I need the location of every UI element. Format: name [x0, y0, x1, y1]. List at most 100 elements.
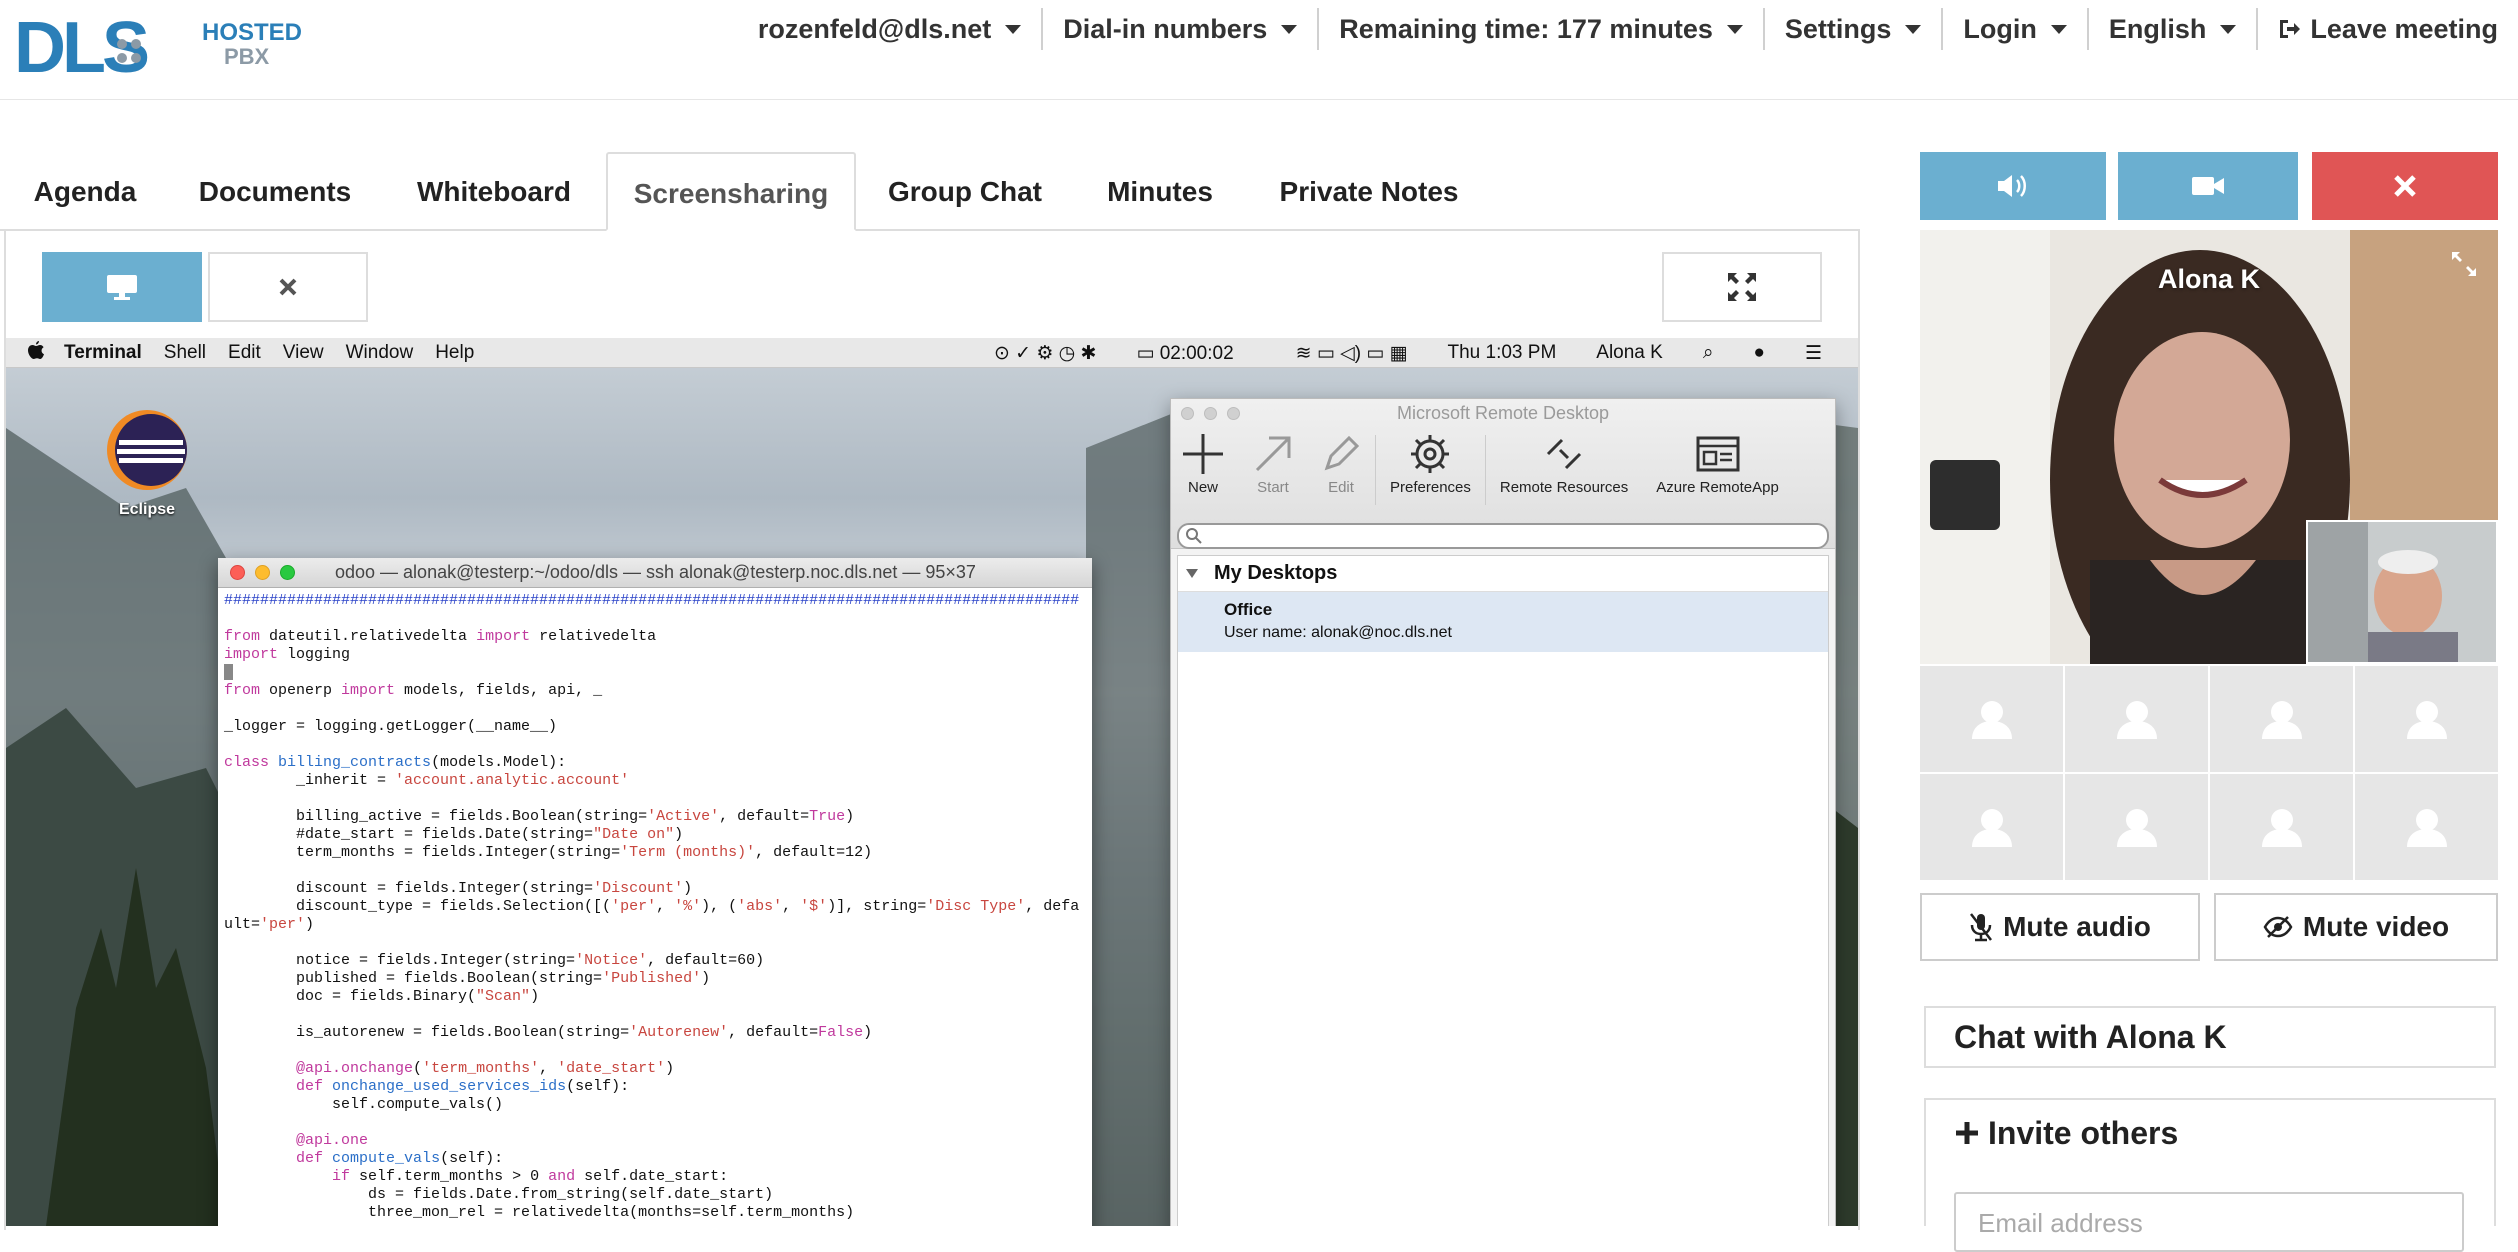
empty-participant-slot [1920, 666, 2063, 772]
siri-icon[interactable]: ● [1753, 342, 1764, 364]
tab-whiteboard[interactable]: Whiteboard [392, 152, 596, 231]
close-window-button[interactable] [230, 565, 245, 580]
settings-menu[interactable]: Settings [1762, 8, 1942, 50]
mac-menubar: Terminal Shell Edit View Window Help ⊙ ✓… [6, 338, 1858, 368]
tab-screensharing[interactable]: Screensharing [606, 152, 856, 231]
minimize-window-button[interactable] [255, 565, 270, 580]
menu-help[interactable]: Help [435, 342, 474, 364]
end-call-button[interactable] [2312, 152, 2498, 220]
plus-icon [1956, 1122, 1978, 1144]
rdp-edit-button[interactable]: Edit [1307, 429, 1375, 496]
terminal-line: ########################################… [224, 592, 1080, 609]
user-menu[interactable]: rozenfeld@dls.net [738, 8, 1041, 50]
chevron-down-icon [1905, 24, 1922, 34]
desktop-name: Office [1224, 600, 1273, 619]
speaker-button[interactable] [1920, 152, 2106, 220]
dialin-menu[interactable]: Dial-in numbers [1041, 8, 1317, 50]
azure-remoteapp-icon [1696, 436, 1740, 472]
rdp-preferences-button[interactable]: Preferences [1376, 429, 1485, 496]
svg-text:PBX: PBX [224, 44, 270, 69]
terminal-line: self.compute_vals() [224, 1096, 504, 1113]
desktop-entry-office[interactable]: Office User name: alonak@noc.dls.net [1178, 592, 1828, 652]
login-menu[interactable]: Login [1941, 8, 2086, 50]
terminal-line: def onchange_used_services_ids(self): [296, 1078, 630, 1095]
remaining-time-menu[interactable]: Remaining time: 177 minutes [1317, 8, 1763, 50]
terminal-line: import logging [224, 646, 351, 663]
rdp-remote-resources-button[interactable]: Remote Resources [1486, 429, 1642, 496]
text-cursor [224, 664, 233, 681]
terminal-line: _inherit = 'account.analytic.account' [224, 772, 630, 789]
expand-video-icon[interactable] [2450, 250, 2478, 278]
spotlight-icon[interactable]: ⌕ [1703, 342, 1714, 364]
mute-audio-button[interactable]: Mute audio [1920, 893, 2200, 961]
chevron-down-icon [2220, 24, 2237, 34]
share-screen-button[interactable] [42, 252, 202, 322]
terminal-title: odoo — alonak@testerp:~/odoo/dls — ssh a… [335, 562, 976, 582]
main-video[interactable]: Alona K [1920, 230, 2498, 664]
self-view-video[interactable] [2306, 520, 2498, 664]
svg-text:HOSTED: HOSTED [202, 19, 302, 46]
tab-documents[interactable]: Documents [172, 152, 378, 231]
notification-center-icon[interactable]: ☰ [1805, 342, 1822, 365]
zoom-window-button[interactable] [280, 565, 295, 580]
rdp-azure-button[interactable]: Azure RemoteApp [1642, 429, 1793, 496]
camera-button[interactable] [2118, 152, 2298, 220]
menu-terminal[interactable]: Terminal [64, 342, 142, 364]
tab-group-chat[interactable]: Group Chat [870, 152, 1060, 231]
fullscreen-button[interactable] [1662, 252, 1822, 322]
user-icon [2116, 701, 2157, 739]
tab-private-notes[interactable]: Private Notes [1268, 152, 1470, 231]
rdp-search-input[interactable] [1177, 523, 1829, 549]
tab-agenda[interactable]: Agenda [12, 152, 158, 231]
menubar-user[interactable]: Alona K [1596, 342, 1663, 364]
tab-minutes[interactable]: Minutes [1090, 152, 1230, 231]
terminal-line: _logger = logging.getLogger(__name__) [224, 718, 558, 735]
rdp-start-button[interactable]: Start [1239, 429, 1307, 496]
menu-window[interactable]: Window [346, 342, 414, 364]
email-input[interactable]: Email address [1954, 1192, 2464, 1252]
shared-screen: Terminal Shell Edit View Window Help ⊙ ✓… [6, 338, 1858, 1226]
user-icon [1971, 701, 2012, 739]
apple-icon[interactable] [28, 340, 44, 365]
terminal-line: class billing_contracts(models.Model): [224, 754, 567, 771]
system-icons[interactable]: ≋ ▭ ◁) ▭ ▦ [1296, 342, 1408, 365]
invite-title: Invite others [1988, 1114, 2179, 1151]
group-my-desktops[interactable]: My Desktops [1178, 556, 1828, 592]
language-menu[interactable]: English [2086, 8, 2257, 50]
terminal-titlebar[interactable]: odoo — alonak@testerp:~/odoo/dls — ssh a… [218, 558, 1092, 588]
eclipse-desktop-icon[interactable]: Eclipse [102, 408, 192, 519]
menu-edit[interactable]: Edit [228, 342, 261, 364]
terminal-content[interactable]: ########################################… [218, 588, 1092, 1226]
menu-shell[interactable]: Shell [164, 342, 206, 364]
sign-out-icon [2280, 20, 2301, 38]
invite-panel-header[interactable]: Invite others [1924, 1098, 2496, 1166]
terminal-line: #date_start = fields.Date(string="Date o… [224, 826, 684, 843]
remote-desktop-window[interactable]: Microsoft Remote Desktop New Start Edit [1170, 398, 1836, 1226]
menubar-clock[interactable]: Thu 1:03 PM [1448, 342, 1557, 364]
status-icons[interactable]: ⊙ ✓ ⚙ ◷ ✱ [994, 342, 1097, 365]
terminal-line: @api.onchange('term_months', 'date_start… [296, 1060, 675, 1077]
chat-panel-header[interactable]: Chat with Alona K [1924, 1006, 2496, 1068]
empty-participant-slot [2065, 774, 2208, 880]
stop-sharing-button[interactable] [208, 252, 368, 322]
leave-meeting-button[interactable]: Leave meeting [2256, 8, 2518, 50]
rdp-new-label: New [1187, 479, 1218, 496]
eye-slash-icon [2263, 916, 2293, 938]
leave-meeting-label: Leave meeting [2310, 14, 2498, 44]
video-camera-icon [2192, 177, 2224, 195]
terminal-line: discount = fields.Integer(string='Discou… [224, 880, 693, 897]
terminal-line: if self.term_months > 0 and self.date_st… [332, 1168, 729, 1185]
chevron-down-icon [1005, 24, 1022, 34]
mute-video-button[interactable]: Mute video [2214, 893, 2498, 961]
menu-view[interactable]: View [283, 342, 324, 364]
desktop-user: User name: alonak@noc.dls.net [1224, 624, 1452, 641]
terminal-window[interactable]: odoo — alonak@testerp:~/odoo/dls — ssh a… [218, 558, 1092, 1226]
meeting-tabs: Agenda Documents Whiteboard Screensharin… [0, 152, 1860, 231]
terminal-line [224, 664, 1086, 682]
search-icon [1186, 528, 1202, 544]
rdp-new-button[interactable]: New [1171, 429, 1239, 496]
